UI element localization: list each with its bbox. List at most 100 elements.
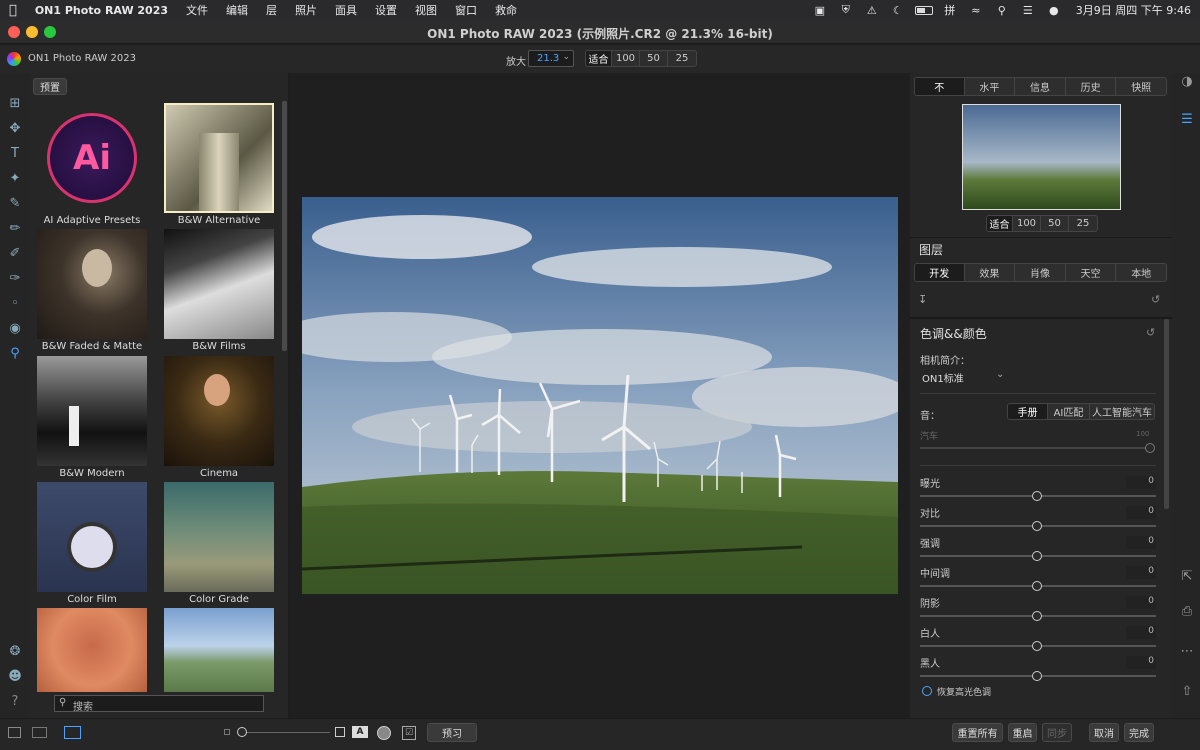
slider-value-input[interactable]: 0 bbox=[1126, 566, 1156, 579]
presets-tab[interactable]: 预置 bbox=[33, 78, 67, 95]
clone-stamp-icon[interactable]: ✏ bbox=[6, 220, 24, 238]
export-icon[interactable]: ⇧ bbox=[1178, 683, 1196, 701]
edit-module-icon[interactable]: ☰ bbox=[1178, 111, 1196, 129]
line-mask-icon[interactable]: ✑ bbox=[6, 270, 24, 288]
color-layers-icon[interactable]: ❂ bbox=[6, 643, 24, 661]
app-menu[interactable]: ON1 Photo RAW 2023 bbox=[26, 4, 177, 17]
text-tool-icon[interactable]: T bbox=[6, 145, 24, 163]
zoom-fit-button[interactable]: 适合 bbox=[586, 51, 612, 66]
preset-item[interactable] bbox=[37, 608, 147, 692]
shield-icon[interactable]: ⛨ bbox=[833, 0, 859, 20]
slider-knob[interactable] bbox=[1032, 671, 1042, 681]
input-method-icon[interactable]: 拼 bbox=[937, 0, 963, 20]
refine-brush-icon[interactable]: ◦ bbox=[6, 295, 24, 313]
preset-cinema[interactable]: Cinema bbox=[164, 356, 274, 479]
battery-icon[interactable] bbox=[911, 0, 937, 20]
clock[interactable]: 3月9日 周四 下午 9:46 bbox=[1067, 2, 1200, 18]
mask-view-icon[interactable] bbox=[377, 726, 391, 740]
preset-color-film[interactable]: Color Film bbox=[37, 482, 147, 605]
slider-value-input[interactable]: 0 bbox=[1126, 656, 1156, 669]
zoom-hand-tool-icon[interactable]: ⚲ bbox=[6, 345, 24, 363]
crop-tool-icon[interactable]: ⊞ bbox=[6, 95, 24, 113]
preset-bw-alternative[interactable]: B&W Alternative bbox=[164, 103, 274, 226]
share-icon[interactable]: ⋯ bbox=[1178, 643, 1196, 661]
preset-bw-modern[interactable]: B&W Modern bbox=[37, 356, 147, 479]
spotlight-search-icon[interactable]: ⚲ bbox=[989, 0, 1015, 20]
reset-button[interactable]: 重启 bbox=[1008, 723, 1037, 742]
slider-knob[interactable] bbox=[1032, 521, 1042, 531]
tab-history[interactable]: 历史 bbox=[1066, 78, 1117, 95]
fingerprint-icon[interactable]: ◉ bbox=[6, 320, 24, 338]
reset-all-button[interactable]: 重置所有 bbox=[952, 723, 1003, 742]
tone-manual-button[interactable]: 手册 bbox=[1008, 404, 1048, 419]
zoom-50-button[interactable]: 50 bbox=[640, 51, 668, 66]
user-icon[interactable]: ☻ bbox=[6, 668, 24, 686]
reset-section-icon[interactable]: ↺ bbox=[1146, 326, 1155, 339]
slider-value-input[interactable]: 0 bbox=[1126, 476, 1156, 489]
reset-panel-icon[interactable]: ↺ bbox=[1151, 293, 1160, 306]
masking-brush-icon[interactable]: ✐ bbox=[6, 245, 24, 263]
menu-help[interactable]: 救命 bbox=[486, 2, 526, 18]
slider-value-input[interactable]: 0 bbox=[1126, 596, 1156, 609]
tab-info[interactable]: 信息 bbox=[1015, 78, 1066, 95]
menu-settings[interactable]: 设置 bbox=[366, 2, 406, 18]
cancel-button[interactable]: 取消 bbox=[1089, 723, 1119, 742]
presets-scrollbar[interactable] bbox=[282, 101, 287, 351]
zoom-25-button[interactable]: 25 bbox=[668, 51, 696, 66]
import-icon[interactable]: ↧ bbox=[918, 293, 927, 306]
nav-zoom-fit-button[interactable]: 适合 bbox=[987, 216, 1013, 231]
menu-window[interactable]: 窗口 bbox=[446, 2, 486, 18]
done-button[interactable]: 完成 bbox=[1124, 723, 1154, 742]
slider-knob[interactable] bbox=[1032, 581, 1042, 591]
slider-value-input[interactable]: 0 bbox=[1126, 506, 1156, 519]
menu-mask[interactable]: 面具 bbox=[326, 2, 366, 18]
panel-toggle-icon[interactable] bbox=[8, 727, 21, 738]
tone-ai-auto-button[interactable]: 人工智能汽车 bbox=[1090, 404, 1154, 419]
preset-ai-adaptive[interactable]: Ai AI Adaptive Presets bbox=[37, 103, 147, 226]
slider-value-input[interactable]: 0 bbox=[1126, 626, 1156, 639]
tab-develop[interactable]: 开发 bbox=[915, 264, 965, 281]
browse-module-icon[interactable]: ◑ bbox=[1178, 73, 1196, 91]
navigator-preview[interactable] bbox=[962, 104, 1121, 210]
tab-portrait[interactable]: 肖像 bbox=[1015, 264, 1066, 281]
control-center-icon[interactable]: ☰ bbox=[1015, 0, 1041, 20]
settings-scrollbar[interactable] bbox=[1164, 319, 1169, 509]
slider-knob[interactable] bbox=[1032, 491, 1042, 501]
tab-sky[interactable]: 天空 bbox=[1066, 264, 1117, 281]
tab-levels[interactable]: 水平 bbox=[965, 78, 1016, 95]
preset-bw-films[interactable]: B&W Films bbox=[164, 229, 274, 352]
tab-snapshots[interactable]: 快照 bbox=[1116, 78, 1166, 95]
zoom-100-button[interactable]: 100 bbox=[612, 51, 640, 66]
print-icon[interactable]: ⎙ bbox=[1178, 603, 1196, 621]
photo-wind-turbines[interactable] bbox=[302, 197, 898, 594]
text-overlay-icon[interactable]: A bbox=[352, 726, 368, 738]
camera-profile-select[interactable]: ON1标准 ⌄ bbox=[922, 369, 1012, 385]
resize-icon[interactable]: ⇱ bbox=[1178, 568, 1196, 586]
slider-knob[interactable] bbox=[1032, 611, 1042, 621]
nav-zoom-25-button[interactable]: 25 bbox=[1069, 216, 1097, 231]
apple-menu-icon[interactable]:  bbox=[0, 3, 26, 18]
thumb-size-slider[interactable] bbox=[238, 732, 330, 733]
menu-file[interactable]: 文件 bbox=[177, 2, 217, 18]
compare-icon[interactable]: ☑ bbox=[402, 726, 416, 740]
moon-icon[interactable]: ☾ bbox=[885, 0, 911, 20]
tab-local[interactable]: 本地 bbox=[1116, 264, 1166, 281]
retouch-brush-icon[interactable]: ✎ bbox=[6, 195, 24, 213]
image-canvas[interactable] bbox=[290, 73, 910, 723]
presets-search-input[interactable]: ⚲ 搜索 bbox=[54, 695, 264, 713]
menu-view[interactable]: 视图 bbox=[406, 2, 446, 18]
auto-slider-knob[interactable] bbox=[1145, 443, 1155, 453]
preview-button[interactable]: 预习 bbox=[427, 723, 477, 742]
screen-icon[interactable]: ▣ bbox=[807, 0, 833, 20]
wifi-icon[interactable]: ≈ bbox=[963, 0, 989, 20]
restore-highlights-radio[interactable] bbox=[922, 686, 932, 696]
magic-wand-icon[interactable]: ✦ bbox=[6, 170, 24, 188]
zoom-input[interactable]: 21.3 ⌄ bbox=[528, 50, 574, 67]
menu-layer[interactable]: 层 bbox=[257, 2, 286, 18]
auto-slider-track[interactable] bbox=[920, 447, 1154, 449]
tab-effects[interactable]: 效果 bbox=[965, 264, 1016, 281]
preset-item[interactable] bbox=[164, 608, 274, 692]
tone-ai-match-button[interactable]: AI匹配 bbox=[1048, 404, 1090, 419]
slider-value-input[interactable]: 0 bbox=[1126, 536, 1156, 549]
alert-icon[interactable]: ⚠ bbox=[859, 0, 885, 20]
